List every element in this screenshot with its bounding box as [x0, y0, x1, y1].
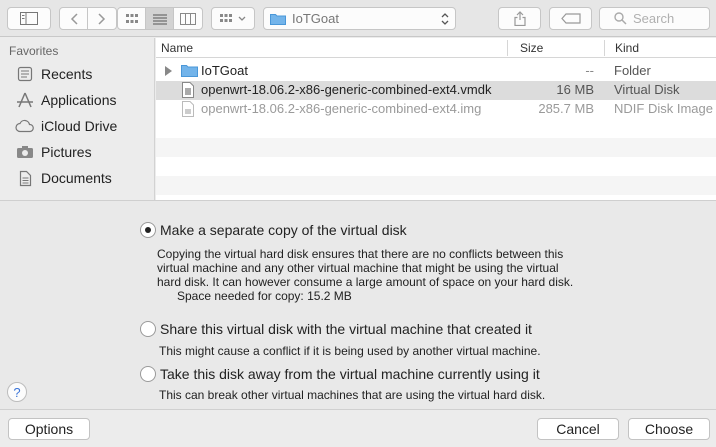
sidebar: Favorites Recents Applications iCloud Dr… — [0, 38, 155, 200]
take-disk-description: This can break other virtual machines th… — [159, 388, 546, 402]
cloud-icon — [15, 117, 35, 135]
sidebar-item-label: Recents — [41, 66, 93, 82]
share-disk-radio[interactable] — [140, 321, 156, 337]
file-kind: Folder — [614, 63, 651, 78]
footer: Options Cancel Choose — [0, 409, 716, 447]
applications-icon — [15, 91, 35, 109]
file-list: Name Size Kind IoTGoat -- Folder openwrt… — [156, 38, 716, 200]
column-name-header[interactable]: Name — [161, 41, 193, 55]
file-name: openwrt-18.06.2-x86-generic-combined-ext… — [201, 82, 492, 97]
sidebar-item-icloud-drive[interactable]: iCloud Drive — [15, 115, 117, 137]
disclosure-triangle-icon[interactable] — [165, 66, 173, 76]
empty-row — [156, 157, 716, 176]
file-size: -- — [585, 63, 594, 78]
search-icon — [614, 12, 627, 25]
choose-button[interactable]: Choose — [628, 418, 710, 440]
take-disk-radio[interactable] — [140, 366, 156, 382]
back-button[interactable] — [60, 8, 88, 29]
sidebar-item-applications[interactable]: Applications — [15, 89, 117, 111]
location-label: IoTGoat — [292, 11, 339, 26]
column-view-button[interactable] — [174, 8, 202, 29]
column-kind-header[interactable]: Kind — [615, 41, 639, 55]
column-header: Name Size Kind — [156, 38, 716, 58]
copy-disk-title: Make a separate copy of the virtual disk — [160, 222, 407, 238]
sidebar-item-recents[interactable]: Recents — [15, 63, 92, 85]
copy-disk-radio[interactable] — [140, 222, 156, 238]
list-icon — [152, 14, 167, 24]
empty-row — [156, 176, 716, 195]
chevron-right-icon — [98, 12, 106, 25]
column-divider[interactable] — [604, 40, 605, 56]
sidebar-item-label: iCloud Drive — [41, 118, 118, 134]
grid-icon — [125, 13, 138, 23]
disk-options-panel: Make a separate copy of the virtual disk… — [0, 200, 716, 409]
tag-icon — [560, 13, 581, 24]
share-icon — [513, 11, 526, 26]
file-name: IoTGoat — [201, 63, 248, 78]
back-forward-control — [59, 7, 117, 30]
sidebar-item-label: Documents — [41, 170, 112, 186]
location-popup[interactable]: IoTGoat — [263, 7, 456, 30]
space-needed-label: Space needed for copy: 15.2 MB — [177, 289, 352, 303]
file-kind: NDIF Disk Image — [614, 101, 713, 116]
camera-icon — [15, 143, 35, 161]
list-view-button[interactable] — [146, 8, 174, 29]
copy-disk-description-line: virtual machine and any other virtual ma… — [157, 261, 559, 275]
arrange-grid-icon — [220, 13, 246, 22]
disk-file-icon — [182, 82, 194, 98]
sidebar-icon — [20, 12, 38, 25]
column-divider[interactable] — [507, 40, 508, 56]
copy-disk-description-line: hard disk. It can however consume a larg… — [157, 275, 574, 289]
options-button[interactable]: Options — [8, 418, 90, 440]
copy-disk-description-line: Copying the virtual hard disk ensures th… — [157, 247, 564, 261]
share-button[interactable] — [498, 7, 541, 30]
sidebar-item-pictures[interactable]: Pictures — [15, 141, 92, 163]
search-placeholder: Search — [633, 11, 675, 26]
file-kind: Virtual Disk — [614, 82, 680, 97]
file-row-img[interactable]: openwrt-18.06.2-x86-generic-combined-ext… — [156, 100, 716, 119]
help-button[interactable]: ? — [7, 382, 27, 402]
recents-icon — [15, 65, 35, 83]
sidebar-item-label: Applications — [41, 92, 117, 108]
file-size: 16 MB — [556, 82, 594, 97]
file-row-vmdk[interactable]: openwrt-18.06.2-x86-generic-combined-ext… — [156, 81, 716, 100]
file-row-folder[interactable]: IoTGoat -- Folder — [156, 62, 716, 81]
file-name: openwrt-18.06.2-x86-generic-combined-ext… — [201, 101, 482, 116]
sidebar-toggle-button[interactable] — [7, 7, 51, 30]
file-size: 285.7 MB — [538, 101, 594, 116]
sidebar-overflow-fade — [0, 192, 154, 200]
sidebar-item-label: Pictures — [41, 144, 92, 160]
toolbar: IoTGoat Search — [0, 0, 716, 37]
disk-image-file-icon — [182, 101, 194, 117]
cancel-button[interactable]: Cancel — [537, 418, 619, 440]
sidebar-item-documents[interactable]: Documents — [15, 167, 112, 189]
share-disk-description: This might cause a conflict if it is bei… — [159, 344, 541, 358]
take-disk-title: Take this disk away from the virtual mac… — [160, 366, 540, 382]
sidebar-header: Favorites — [9, 44, 59, 58]
tags-button[interactable] — [549, 7, 592, 30]
folder-icon — [270, 14, 286, 25]
updown-arrows-icon — [441, 13, 449, 25]
share-disk-title: Share this virtual disk with the virtual… — [160, 321, 532, 337]
column-size-header[interactable]: Size — [520, 41, 543, 55]
icon-view-button[interactable] — [118, 8, 146, 29]
forward-button[interactable] — [88, 8, 116, 29]
empty-row — [156, 138, 716, 157]
empty-row — [156, 119, 716, 138]
view-mode-control — [117, 7, 203, 30]
columns-icon — [180, 12, 196, 25]
folder-icon — [181, 65, 198, 77]
arrange-button[interactable] — [211, 7, 255, 30]
search-field[interactable]: Search — [599, 7, 710, 30]
documents-icon — [15, 169, 35, 187]
chevron-left-icon — [70, 12, 78, 25]
